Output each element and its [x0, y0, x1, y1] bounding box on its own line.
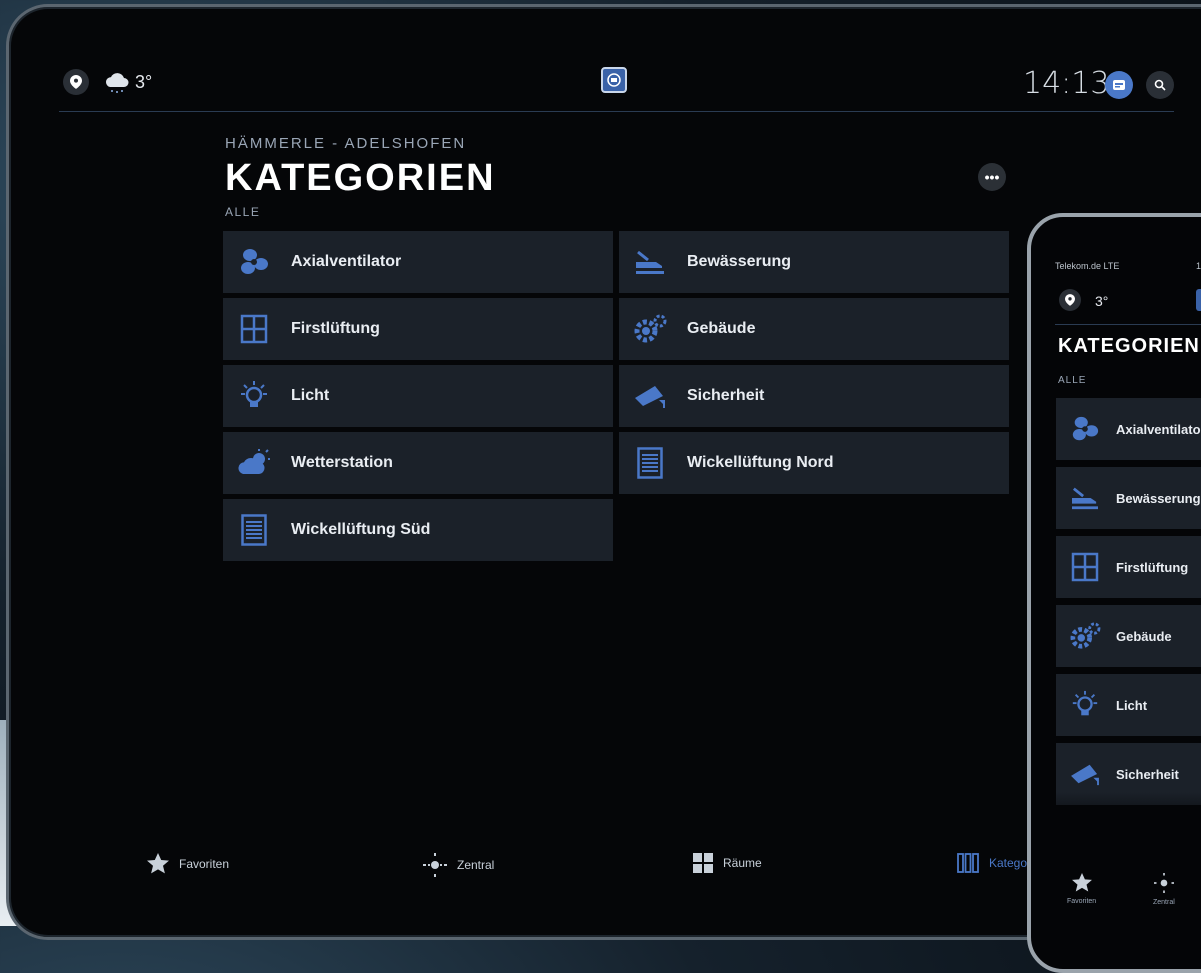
location-pin-icon[interactable]	[1059, 289, 1081, 311]
carrier-status: Telekom.de LTE	[1055, 261, 1120, 271]
category-label: Firstlüftung	[1116, 559, 1189, 575]
category-label: Wetterstation	[291, 454, 393, 471]
category-label: Axialventilator	[291, 253, 402, 270]
more-options-button[interactable]: •••	[978, 163, 1006, 191]
bottom-navigation: Favoriten Zentral Räume Katego	[9, 845, 1089, 885]
crosshair-icon	[423, 853, 447, 877]
phone-device: Telekom.de LTE 1 3° KATEGORIEN ALLE Axia…	[1027, 213, 1201, 973]
nav-zentral[interactable]: Zentral	[423, 853, 494, 877]
nav-favoriten[interactable]: Favoriten	[1067, 873, 1096, 905]
blind-icon	[633, 446, 667, 480]
star-icon	[1071, 873, 1092, 894]
category-label: Wickellüftung Nord	[687, 454, 834, 471]
category-label: Sicherheit	[1116, 766, 1179, 782]
nav-label: Katego	[989, 856, 1028, 870]
weather-icon	[103, 72, 131, 99]
display-icon[interactable]	[1105, 71, 1133, 99]
header-divider	[1055, 324, 1201, 325]
nav-label: Favoriten	[179, 856, 230, 871]
app-logo-icon	[1196, 289, 1201, 311]
irrigation-icon	[1068, 481, 1102, 515]
location-pin-icon[interactable]	[63, 69, 89, 95]
category-label: Bewässerung	[1116, 490, 1201, 506]
top-bar: 3° 14:13	[59, 62, 1174, 112]
fan-icon	[1068, 412, 1102, 446]
page-title: KATEGORIEN	[1058, 335, 1200, 357]
category-tile-licht[interactable]: Licht	[1056, 674, 1201, 736]
category-tile-wickellueftung-sued[interactable]: Wickellüftung Süd	[223, 499, 613, 561]
filter-label[interactable]: ALLE	[225, 205, 260, 219]
rooms-grid-icon	[693, 853, 713, 873]
light-bulb-icon	[237, 379, 271, 413]
category-label: Licht	[291, 387, 330, 404]
nav-zentral[interactable]: Zentral	[1153, 873, 1175, 906]
page-title: KATEGORIEN	[225, 157, 496, 199]
app-logo-icon	[601, 67, 627, 93]
category-tile-firstlueftung[interactable]: Firstlüftung	[223, 298, 613, 360]
category-tile-wetterstation[interactable]: Wetterstation	[223, 432, 613, 494]
location-subtitle: HÄMMERLE - ADELSHOFEN	[225, 135, 467, 152]
category-label: Gebäude	[687, 320, 756, 337]
nav-kategorien[interactable]: Katego	[957, 853, 1027, 873]
gears-icon	[633, 312, 667, 346]
nav-label: Räume	[723, 856, 762, 870]
category-label: Firstlüftung	[291, 320, 380, 337]
category-tile-sicherheit[interactable]: Sicherheit	[619, 365, 1009, 427]
category-tile-firstlueftung[interactable]: Firstlüftung	[1056, 536, 1201, 598]
category-tile-licht[interactable]: Licht	[223, 365, 613, 427]
nav-label: Favoriten	[1067, 898, 1097, 905]
category-tile-axialventilator[interactable]: Axialventilator	[1056, 398, 1201, 460]
category-tile-axialventilator[interactable]: Axialventilator	[223, 231, 613, 293]
category-tile-bewaesserung[interactable]: Bewässerung	[619, 231, 1009, 293]
temperature: 3°	[135, 72, 153, 92]
search-icon[interactable]	[1146, 71, 1174, 99]
category-label: Licht	[1116, 697, 1148, 713]
window-icon	[237, 312, 271, 346]
category-tile-wickellueftung-nord[interactable]: Wickellüftung Nord	[619, 432, 1009, 494]
tablet-screen: 3° 14:13 HÄMMERLE - ADELSHOFEN KATEGORIE…	[9, 7, 1201, 937]
category-label: Bewässerung	[687, 253, 792, 270]
categories-icon	[957, 853, 979, 873]
category-label: Axialventilator	[1116, 421, 1201, 437]
fan-icon	[237, 245, 271, 279]
category-label: Sicherheit	[687, 387, 765, 404]
window-icon	[1068, 550, 1102, 584]
gears-icon	[1068, 619, 1102, 653]
light-bulb-icon	[1068, 688, 1102, 722]
header-divider	[59, 111, 1174, 112]
category-label: Wickellüftung Süd	[291, 521, 431, 538]
category-tile-gebaeude[interactable]: Gebäude	[619, 298, 1009, 360]
nav-label: Zentral	[1153, 899, 1175, 906]
temperature: 3°	[1095, 293, 1109, 309]
clock-time: 14:13	[1023, 66, 1110, 101]
blind-icon	[237, 513, 271, 547]
nav-label: Zentral	[457, 858, 495, 872]
tablet-device: 3° 14:13 HÄMMERLE - ADELSHOFEN KATEGORIE…	[6, 4, 1201, 940]
category-label: Gebäude	[1116, 628, 1172, 644]
category-tile-gebaeude[interactable]: Gebäude	[1056, 605, 1201, 667]
star-icon	[147, 853, 169, 874]
list-fade	[1031, 792, 1201, 832]
crosshair-icon	[1153, 873, 1174, 895]
category-tile-bewaesserung[interactable]: Bewässerung	[1056, 467, 1201, 529]
weather-station-icon	[237, 446, 271, 480]
irrigation-icon	[633, 245, 667, 279]
security-camera-icon	[633, 379, 667, 413]
security-camera-icon	[1068, 757, 1102, 791]
nav-favoriten[interactable]: Favoriten	[147, 853, 229, 874]
nav-raeume[interactable]: Räume	[693, 853, 762, 873]
filter-label[interactable]: ALLE	[1058, 375, 1086, 386]
status-time: 1	[1196, 261, 1201, 271]
